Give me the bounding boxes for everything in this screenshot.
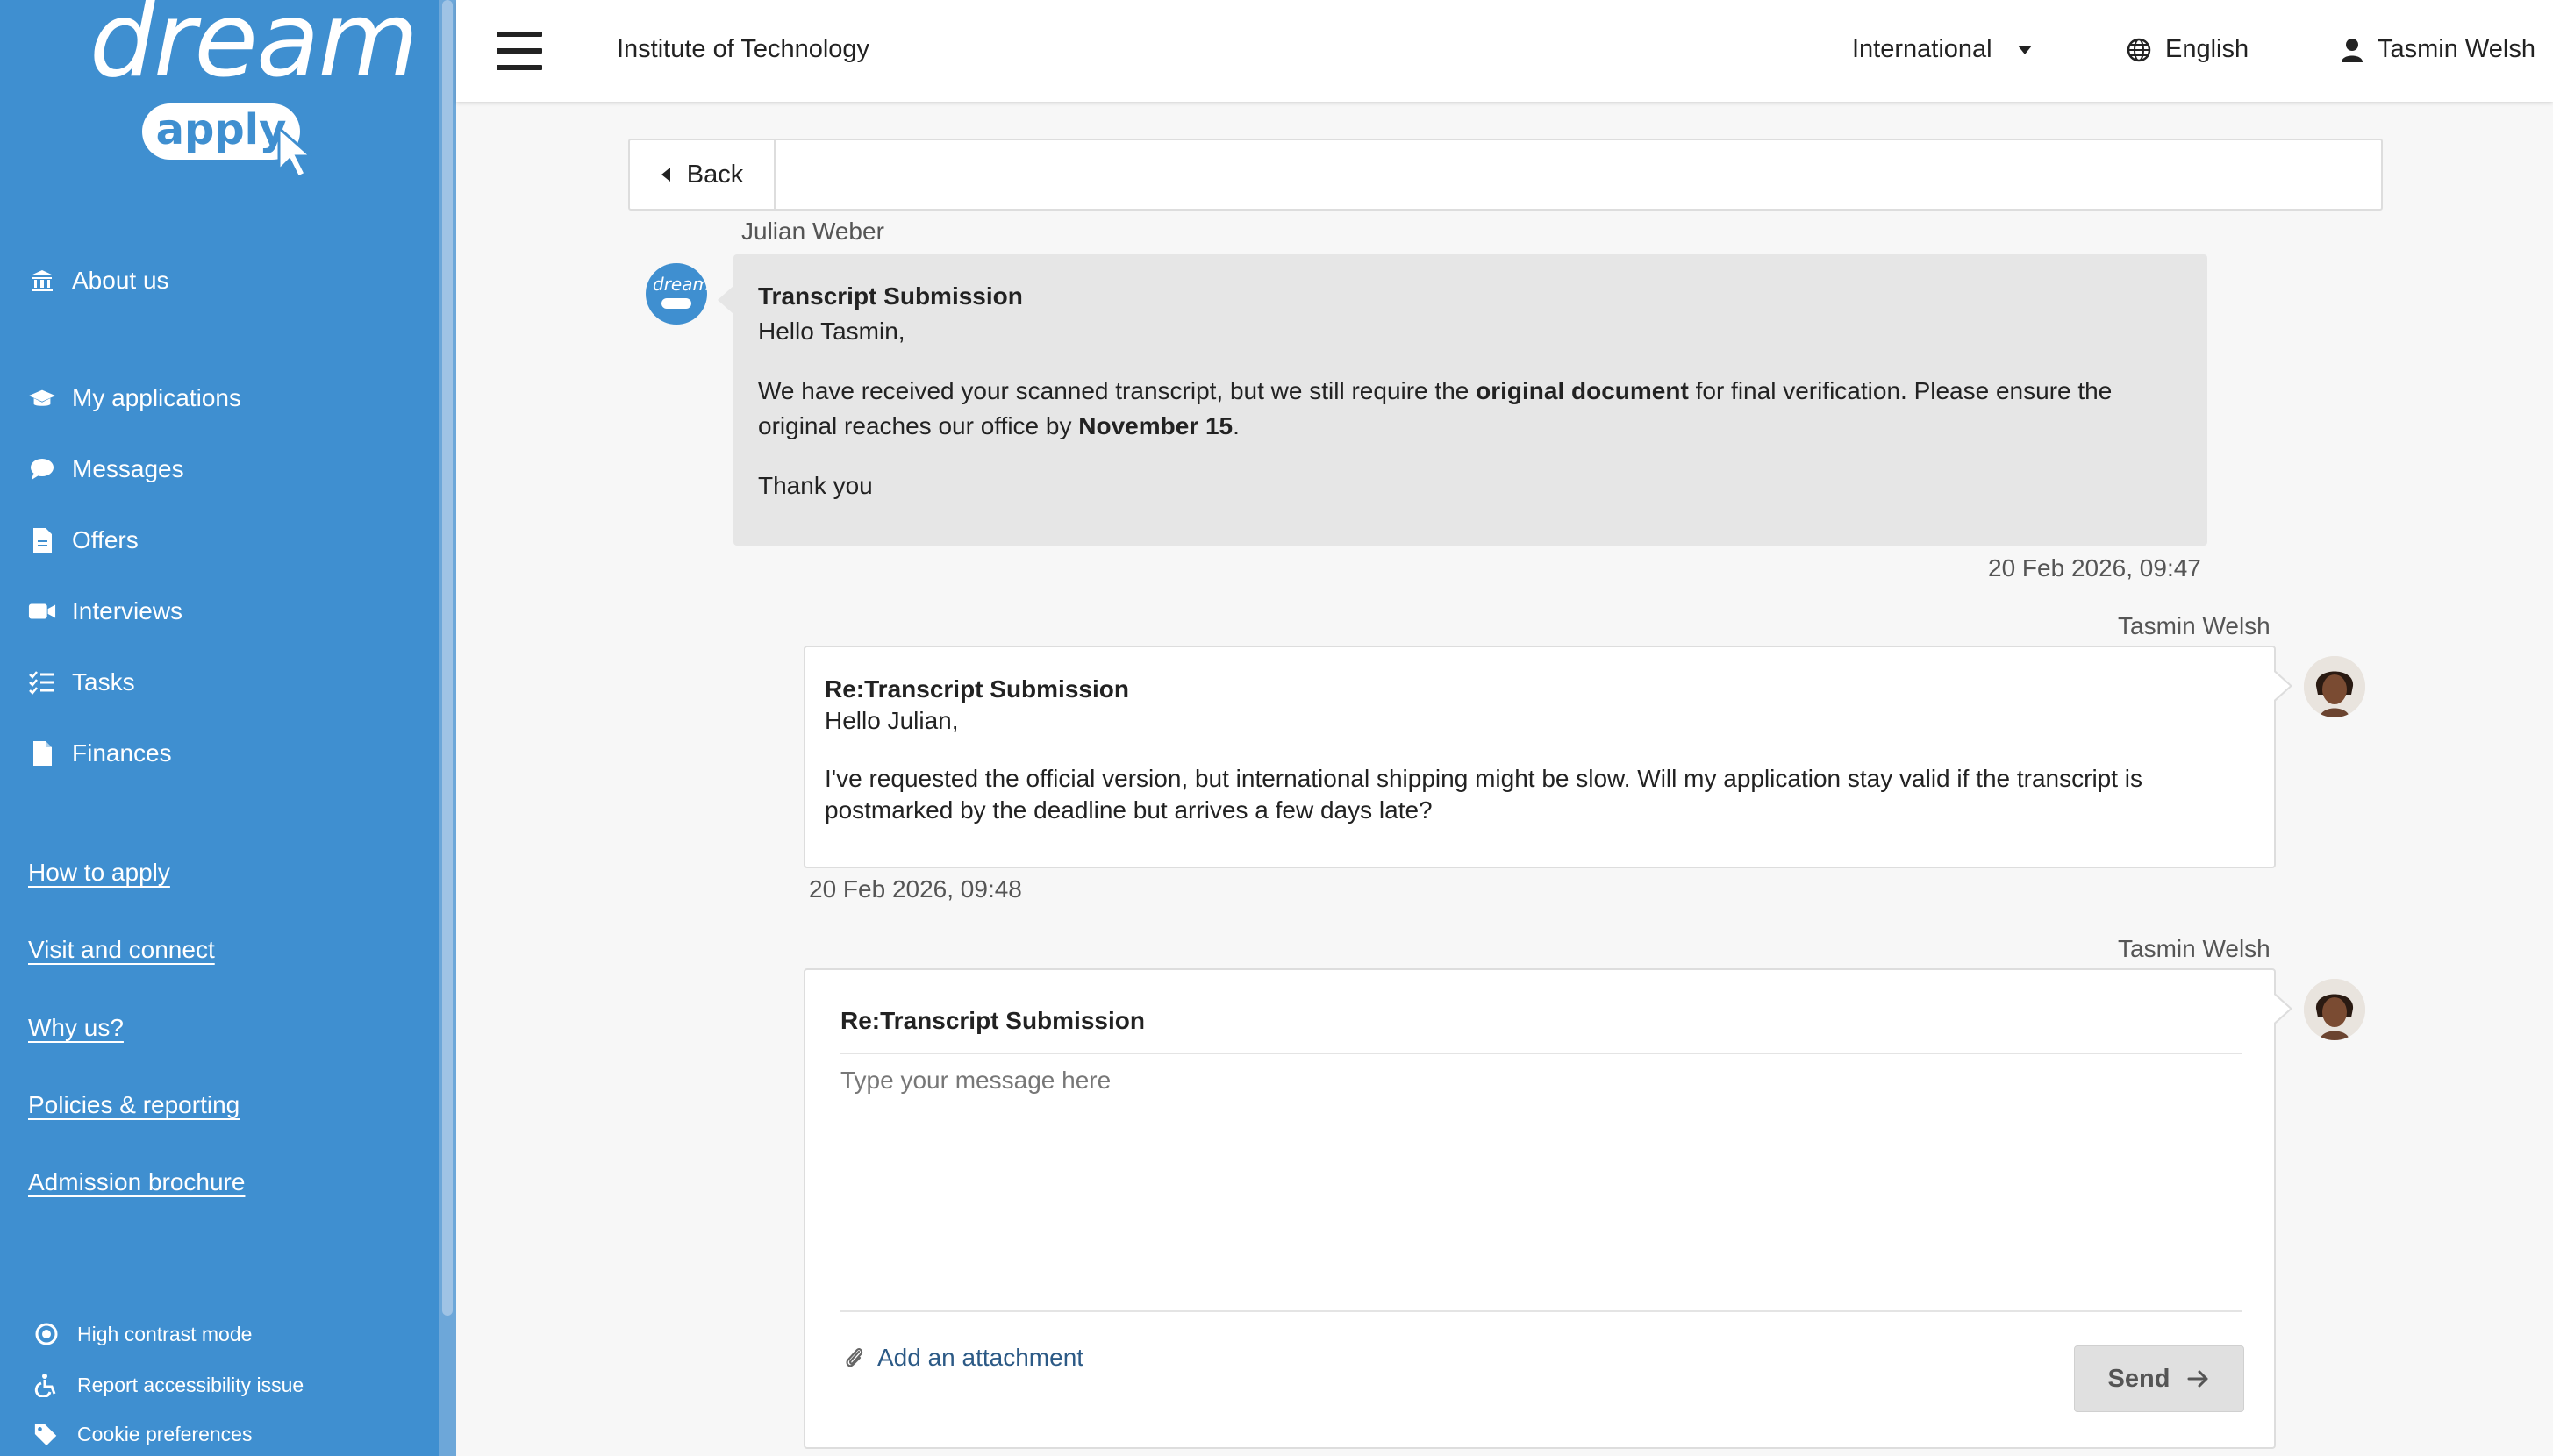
checklist-icon (28, 668, 56, 696)
graduation-cap-icon (28, 384, 56, 412)
cursor-icon (277, 125, 314, 180)
user-avatar (2304, 979, 2365, 1040)
incoming-timestamp: 20 Feb 2026, 09:47 (1988, 554, 2201, 582)
globe-icon (2127, 38, 2151, 61)
cookie-preferences-link[interactable]: Cookie preferences (33, 1421, 252, 1447)
sidebar-item-interviews[interactable]: Interviews (28, 597, 182, 625)
add-attachment-label: Add an attachment (877, 1344, 1084, 1371)
reply-message: Re:Transcript Submission Hello Julian, I… (804, 646, 2292, 868)
user-name: Tasmin Welsh (2378, 35, 2535, 63)
region-dropdown[interactable]: International (1852, 35, 2033, 64)
message-body: I've requested the official version, but… (825, 765, 2143, 824)
scrollbar-thumb[interactable] (442, 0, 453, 1316)
footer-divider (840, 1310, 2242, 1312)
link-how-to-apply[interactable]: How to apply (28, 859, 170, 887)
tags-icon (33, 1421, 60, 1447)
dreamapply-logo[interactable]: dream apply (84, 0, 418, 184)
message-input[interactable] (840, 1067, 2244, 1295)
institution-avatar: dream (646, 263, 707, 325)
arrow-right-icon (2187, 1370, 2208, 1388)
footer-item-label: Report accessibility issue (77, 1373, 304, 1396)
reply-timestamp: 20 Feb 2026, 09:48 (809, 875, 1022, 903)
caret-left-icon (661, 168, 670, 182)
sidebar-item-label: About us (72, 267, 169, 294)
sidebar-item-label: My applications (72, 384, 241, 411)
document-icon (28, 739, 56, 767)
emphasis-original-document: original document (1476, 377, 1689, 404)
reply-sender: Tasmin Welsh (2118, 612, 2271, 639)
sidebar-item-messages[interactable]: Messages (28, 455, 184, 483)
link-visit-and-connect[interactable]: Visit and connect (28, 936, 215, 964)
menu-toggle-button[interactable] (497, 32, 542, 70)
incoming-sender: Julian Weber (741, 218, 884, 245)
wheelchair-icon (33, 1372, 60, 1398)
compose-sender: Tasmin Welsh (2118, 935, 2271, 962)
user-icon (2342, 38, 2363, 62)
incoming-message: Transcript Submission Hello Tasmin, We h… (718, 254, 2207, 546)
contrast-icon (33, 1321, 60, 1347)
sidebar-item-about-us[interactable]: About us (28, 267, 169, 295)
compose-box: Re:Transcript Submission Add an attachme… (804, 968, 2292, 1449)
sidebar-item-tasks[interactable]: Tasks (28, 668, 135, 696)
sidebar-item-label: Offers (72, 526, 139, 553)
logo-word: dream (89, 0, 418, 100)
link-admission-brochure[interactable]: Admission brochure (28, 1168, 245, 1196)
language-label: English (2165, 35, 2249, 63)
caret-down-icon (2017, 45, 2032, 54)
link-policies-reporting[interactable]: Policies & reporting (28, 1091, 240, 1119)
institution-name: Institute of Technology (617, 35, 870, 63)
avatar-logo-pill (661, 298, 691, 309)
message-greeting: Hello Tasmin, (758, 318, 905, 345)
top-bar: Institute of Technology International En… (456, 0, 2553, 102)
sidebar-item-label: Interviews (72, 597, 183, 625)
message-closing: Thank you (758, 472, 873, 499)
send-label: Send (2107, 1364, 2170, 1393)
speech-bubble-icon (28, 455, 56, 483)
link-why-us[interactable]: Why us? (28, 1014, 124, 1042)
compose-subject: Re:Transcript Submission (840, 1007, 1145, 1034)
sidebar-scrollbar[interactable] (439, 0, 456, 1456)
send-button[interactable]: Send (2074, 1345, 2244, 1412)
high-contrast-toggle[interactable]: High contrast mode (33, 1321, 252, 1347)
message-subject: Re:Transcript Submission (825, 675, 1129, 703)
report-accessibility-link[interactable]: Report accessibility issue (33, 1372, 304, 1398)
user-photo-icon (2304, 979, 2365, 1040)
back-label: Back (686, 160, 744, 189)
user-menu[interactable]: Tasmin Welsh (2341, 35, 2535, 64)
document-icon (28, 526, 56, 554)
avatar-logo-word: dream (653, 274, 707, 295)
sidebar-item-label: Messages (72, 455, 184, 482)
message-greeting: Hello Julian, (825, 707, 959, 734)
region-label: International (1852, 35, 1992, 63)
sidebar-item-offers[interactable]: Offers (28, 526, 139, 554)
sidebar-item-my-applications[interactable]: My applications (28, 384, 241, 412)
language-selector[interactable]: English (2127, 35, 2249, 64)
footer-item-label: Cookie preferences (77, 1422, 253, 1445)
sidebar: dream apply About us My applications Mes… (0, 0, 439, 1456)
sidebar-item-label: Tasks (72, 668, 135, 696)
video-camera-icon (28, 597, 56, 625)
sidebar-item-finances[interactable]: Finances (28, 739, 172, 767)
paperclip-icon (846, 1348, 863, 1367)
footer-item-label: High contrast mode (77, 1322, 253, 1345)
add-attachment-link[interactable]: Add an attachment (844, 1344, 1083, 1372)
emphasis-deadline: November 15 (1078, 412, 1234, 439)
institution-icon (28, 267, 56, 295)
message-subject: Transcript Submission (758, 282, 1023, 310)
sidebar-item-label: Finances (72, 739, 172, 767)
back-button[interactable]: Back (630, 140, 776, 209)
user-photo-icon (2304, 656, 2365, 717)
user-avatar (2304, 656, 2365, 717)
hamburger-icon (497, 32, 542, 37)
thread-toolbar: Back (628, 139, 2383, 211)
subject-divider (840, 1053, 2242, 1054)
message-body: We have received your scanned transcript… (758, 377, 2113, 439)
